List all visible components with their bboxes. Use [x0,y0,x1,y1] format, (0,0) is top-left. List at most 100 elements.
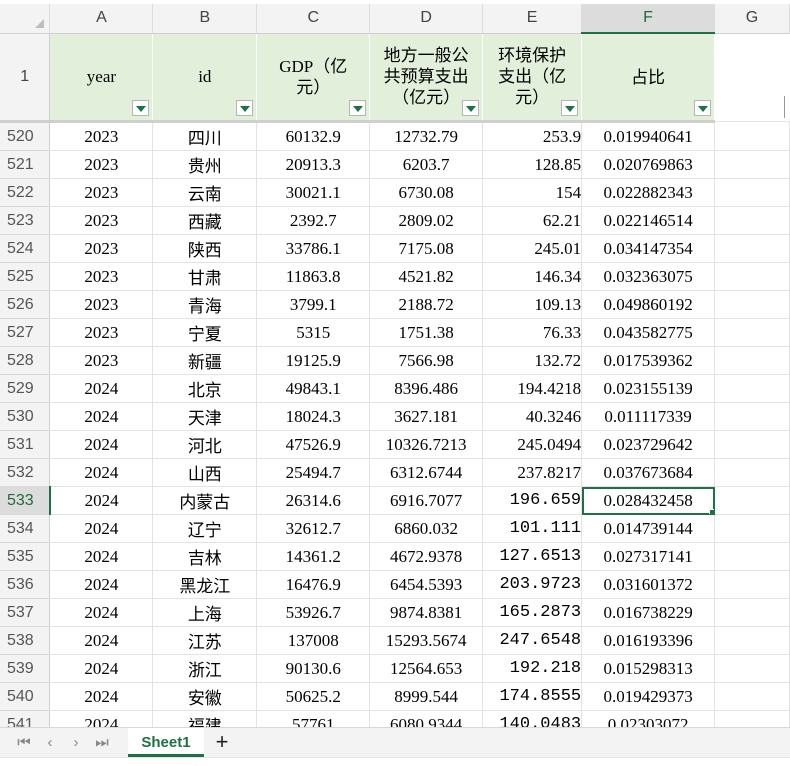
row-header[interactable]: 530 [0,402,51,431]
row-header[interactable]: 520 [0,121,51,151]
fill-handle[interactable] [709,509,714,514]
header-cell-a[interactable]: year [49,33,154,123]
cell-exp[interactable]: 12732.79 [369,121,484,151]
header-cell-g[interactable] [714,33,790,122]
cell-exp[interactable]: 15293.5674 [369,626,484,655]
row-header[interactable]: 540 [0,682,51,711]
column-header-f[interactable]: F [581,4,716,34]
cell-exp[interactable]: 10326.7213 [369,430,484,459]
cell-gdp[interactable]: 5315 [256,318,371,347]
cell-year[interactable]: 2023 [49,318,154,347]
cell-gdp[interactable]: 14361.2 [256,542,371,571]
cell-year[interactable]: 2024 [49,402,154,431]
cell-env[interactable]: 196.659 [482,486,583,515]
prev-sheet-nav-icon[interactable]: ‹ [40,732,60,754]
cell-year[interactable]: 2023 [49,346,154,375]
cell-year[interactable]: 2024 [49,486,154,515]
cell-exp[interactable]: 6730.08 [369,178,484,207]
cell-year[interactable]: 2024 [49,598,154,627]
cell-env[interactable]: 253.9 [482,121,583,151]
cell-ratio[interactable]: 0.022882343 [581,178,716,207]
cell-env[interactable]: 237.8217 [482,458,583,487]
cell-gdp[interactable]: 49843.1 [256,374,371,403]
cell-env[interactable]: 76.33 [482,318,583,347]
cell-env[interactable]: 165.2873 [482,598,583,627]
cell-empty-g[interactable] [714,178,790,207]
header-cell-d[interactable]: 地方一般公 共预算支出 （亿元） [369,33,484,123]
cell-year[interactable]: 2023 [49,121,154,151]
cell-year[interactable]: 2024 [49,570,154,599]
cell-gdp[interactable]: 19125.9 [256,346,371,375]
cell-year[interactable]: 2023 [49,290,154,319]
cell-exp[interactable]: 6203.7 [369,150,484,179]
cell-year[interactable]: 2024 [49,430,154,459]
cell-gdp[interactable]: 20913.3 [256,150,371,179]
row-header[interactable]: 536 [0,570,51,599]
cell-id[interactable]: 黑龙江 [152,570,258,599]
row-header[interactable]: 527 [0,318,51,347]
cell-year[interactable]: 2024 [49,542,154,571]
cell-ratio[interactable]: 0.011117339 [581,402,716,431]
cell-ratio[interactable]: 0.031601372 [581,570,716,599]
cell-ratio[interactable]: 0.023155139 [581,374,716,403]
cell-year[interactable]: 2023 [49,262,154,291]
cell-gdp[interactable]: 11863.8 [256,262,371,291]
cell-empty-g[interactable] [714,542,790,571]
sheet-table[interactable]: A B C D E F G 1 year id GDP（亿 元） 地方一般公 共预算支出 （亿元） 环境保护支… [0,4,790,727]
cell-id[interactable]: 山西 [152,458,258,487]
cell-year[interactable]: 2024 [49,374,154,403]
cell-empty-g[interactable] [714,598,790,627]
cell-env[interactable]: 109.13 [482,290,583,319]
cell-empty-g[interactable] [714,458,790,487]
cell-id[interactable]: 江苏 [152,626,258,655]
cell-empty-g[interactable] [714,262,790,291]
header-cell-e[interactable]: 环境保护 支出（亿 元） [482,33,583,123]
cell-ratio[interactable]: 0.034147354 [581,234,716,263]
cell-exp[interactable]: 4521.82 [369,262,484,291]
cell-env[interactable]: 101.111 [482,514,583,543]
row-header[interactable]: 531 [0,430,51,459]
cell-id[interactable]: 青海 [152,290,258,319]
cell-empty-g[interactable] [714,710,790,727]
cell-year[interactable]: 2024 [49,626,154,655]
row-header[interactable]: 534 [0,514,51,543]
cell-gdp[interactable]: 2392.7 [256,206,371,235]
cell-env[interactable]: 146.34 [482,262,583,291]
cell-exp[interactable]: 1751.38 [369,318,484,347]
cell-exp[interactable]: 4672.9378 [369,542,484,571]
column-header-a[interactable]: A [49,4,154,34]
add-sheet-button[interactable]: + [212,730,232,754]
filter-dropdown-icon[interactable] [132,100,150,116]
cell-exp[interactable]: 2809.02 [369,206,484,235]
row-header[interactable]: 539 [0,654,51,683]
row-header[interactable]: 523 [0,206,51,235]
cell-ratio[interactable]: 0.017539362 [581,346,716,375]
cell-gdp[interactable]: 25494.7 [256,458,371,487]
filter-dropdown-icon[interactable] [462,100,480,116]
cell-id[interactable]: 甘肃 [152,262,258,291]
row-header[interactable]: 533 [0,486,51,515]
header-cell-c[interactable]: GDP（亿 元） [256,33,371,123]
cell-id[interactable]: 宁夏 [152,318,258,347]
cell-id[interactable]: 北京 [152,374,258,403]
cell-id[interactable]: 四川 [152,121,258,151]
cell-exp[interactable]: 8999.544 [369,682,484,711]
cell-env[interactable]: 132.72 [482,346,583,375]
cell-gdp[interactable]: 16476.9 [256,570,371,599]
cell-exp[interactable]: 12564.653 [369,654,484,683]
cell-gdp[interactable]: 3799.1 [256,290,371,319]
cell-gdp[interactable]: 33786.1 [256,234,371,263]
cell-year[interactable]: 2023 [49,234,154,263]
cell-empty-g[interactable] [714,234,790,263]
cell-empty-g[interactable] [714,486,790,515]
row-header[interactable]: 541 [0,710,51,727]
column-header-e[interactable]: E [482,4,583,34]
cell-exp[interactable]: 8396.486 [369,374,484,403]
cell-id[interactable]: 河北 [152,430,258,459]
cell-id[interactable]: 新疆 [152,346,258,375]
header-cell-b[interactable]: id [152,33,258,123]
cell-id[interactable]: 上海 [152,598,258,627]
cell-empty-g[interactable] [714,402,790,431]
row-header[interactable]: 535 [0,542,51,571]
row-header[interactable]: 526 [0,290,51,319]
